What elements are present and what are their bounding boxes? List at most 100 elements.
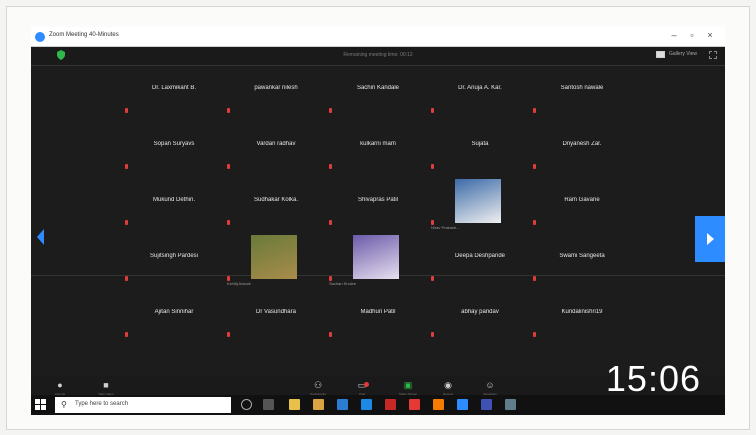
muted-mic-icon <box>227 108 230 113</box>
muted-mic-icon <box>125 220 128 225</box>
gallery-view-icon[interactable] <box>656 51 665 58</box>
next-page-icon <box>707 233 714 245</box>
participant-tile[interactable]: Swami Sangeeta <box>531 233 633 289</box>
app-icon[interactable] <box>409 399 420 410</box>
record-button[interactable]: ◉ Record <box>439 380 457 396</box>
cortana-icon[interactable] <box>241 399 252 410</box>
participant-name: Dr Vasundhara <box>256 309 296 315</box>
participant-tile[interactable]: Sujata <box>429 121 531 177</box>
windows-taskbar: ⚲ Type here to search <box>31 395 725 415</box>
participant-tile[interactable]: Vardan radhav <box>225 121 327 177</box>
participant-name: Sujata <box>471 141 489 147</box>
taskbar-search-box[interactable]: ⚲ Type here to search <box>55 397 231 413</box>
participant-tile[interactable]: pawankar nilesh <box>225 65 327 121</box>
participant-tile[interactable]: Ajitan Sinnihar <box>123 289 225 345</box>
participant-video-label: Kshitij Adsule <box>227 281 251 286</box>
task-view-icon[interactable] <box>263 399 274 410</box>
participant-name: Sopan Suryavs <box>153 141 195 147</box>
vlc-icon[interactable] <box>433 399 444 410</box>
participant-tile[interactable]: kulkarni mam <box>327 121 429 177</box>
participant-tile[interactable]: Mukund Dethin. <box>123 177 225 233</box>
participant-name: Sujitsingh Pardesi <box>149 253 199 259</box>
edge-icon[interactable] <box>361 399 372 410</box>
office-icon[interactable] <box>385 399 396 410</box>
participant-tile[interactable]: Kshitij Adsule <box>225 233 327 289</box>
muted-mic-icon <box>533 332 536 337</box>
minimize-icon[interactable]: – <box>667 30 681 40</box>
maximize-icon[interactable]: ▫ <box>685 30 699 40</box>
participant-name: Mukund Dethin. <box>152 197 196 203</box>
participant-tile[interactable]: Sachin Kandale <box>327 65 429 121</box>
participant-tile[interactable]: Kundalinishri19 <box>531 289 633 345</box>
participant-tile[interactable]: Santosh nawale <box>531 65 633 121</box>
muted-mic-icon <box>431 332 434 337</box>
participant-tile[interactable]: abhay pandav <box>429 289 531 345</box>
muted-mic-icon <box>227 276 230 281</box>
participant-video-label: Sachan Khulee <box>329 281 357 286</box>
participant-video <box>353 235 399 279</box>
reactions-button[interactable]: ☺ Reactions <box>481 380 499 396</box>
participant-tile[interactable]: Sopan Suryavs <box>123 121 225 177</box>
participant-name: Dr. Laxmikant B. <box>151 85 196 91</box>
participant-tile[interactable]: Madhuri Patil <box>327 289 429 345</box>
previous-page-icon[interactable] <box>35 225 45 249</box>
participant-name: Swami Sangeeta <box>559 253 605 259</box>
participant-name: Vardan radhav <box>256 141 296 147</box>
participant-tile[interactable]: Dr. Laxmikant B. <box>123 65 225 121</box>
participant-tile[interactable]: Dr. Anuja A. Kar. <box>429 65 531 121</box>
participant-video <box>455 179 501 223</box>
muted-mic-icon <box>125 276 128 281</box>
title-bar: Zoom Meeting 40-Minutes – ▫ × <box>31 27 725 47</box>
participant-name: Madhuri Patil <box>360 309 396 315</box>
muted-mic-icon <box>227 164 230 169</box>
muted-mic-icon <box>431 164 434 169</box>
participant-tile[interactable]: Ram Gavane <box>531 177 633 233</box>
muted-mic-icon <box>533 276 536 281</box>
muted-mic-icon <box>329 276 332 281</box>
participant-tile[interactable]: Dnyanesh Zar. <box>531 121 633 177</box>
muted-mic-icon <box>329 108 332 113</box>
participant-name: Dr. Anuja A. Kar. <box>458 85 502 91</box>
participant-name: Sudhakar Kolka. <box>253 197 299 203</box>
participant-name: Deepa Deshpande <box>454 253 506 259</box>
windows-start-icon[interactable] <box>35 399 47 411</box>
muted-mic-icon <box>227 220 230 225</box>
participant-tile[interactable]: Sudhakar Kolka. <box>225 177 327 233</box>
participant-tile[interactable]: Dr Vasundhara <box>225 289 327 345</box>
participant-tile[interactable]: Sujitsingh Pardesi <box>123 233 225 289</box>
fullscreen-icon[interactable] <box>709 51 717 59</box>
muted-mic-icon <box>431 220 434 225</box>
word-icon[interactable] <box>481 399 492 410</box>
share-screen-button[interactable]: ▣ Share Screen <box>395 380 421 396</box>
zoom-taskbar-icon[interactable] <box>457 399 468 410</box>
muted-mic-icon <box>125 164 128 169</box>
mail-icon[interactable] <box>337 399 348 410</box>
close-icon[interactable]: × <box>703 30 717 40</box>
chat-button[interactable]: ▭ Chat <box>353 380 371 396</box>
participant-tile[interactable]: Sachan Khulee <box>327 233 429 289</box>
participant-tile[interactable]: Deepa Deshpande <box>429 233 531 289</box>
microphone-icon: ● <box>57 380 63 390</box>
participants-button[interactable]: ⚇ Participants <box>309 380 327 396</box>
clock-overlay: 15:06 <box>605 358 701 399</box>
muted-mic-icon <box>329 164 332 169</box>
mute-button[interactable]: ● Unmute <box>51 380 69 396</box>
photo-frame: Zoom Meeting 40-Minutes – ▫ × Remaining … <box>6 6 750 430</box>
video-button[interactable]: ■ Start Video <box>97 380 115 396</box>
participant-tile[interactable]: Nirav Prakash... <box>429 177 531 233</box>
folder-icon[interactable] <box>313 399 324 410</box>
file-explorer-icon[interactable] <box>289 399 300 410</box>
participant-name: Kundalinishri19 <box>561 309 603 315</box>
muted-mic-icon <box>431 108 434 113</box>
settings-icon[interactable] <box>505 399 516 410</box>
muted-mic-icon <box>431 276 434 281</box>
participant-tile[interactable]: Shivapras Patil <box>327 177 429 233</box>
next-page-button[interactable] <box>695 216 725 262</box>
muted-mic-icon <box>329 220 332 225</box>
participant-name: Ram Gavane <box>564 197 600 203</box>
participant-name: pawankar nilesh <box>254 85 298 91</box>
gallery-view-button[interactable]: Gallery View <box>669 51 697 57</box>
chat-badge <box>364 382 369 387</box>
window-title: Zoom Meeting 40-Minutes <box>49 32 119 38</box>
participant-video <box>251 235 297 279</box>
